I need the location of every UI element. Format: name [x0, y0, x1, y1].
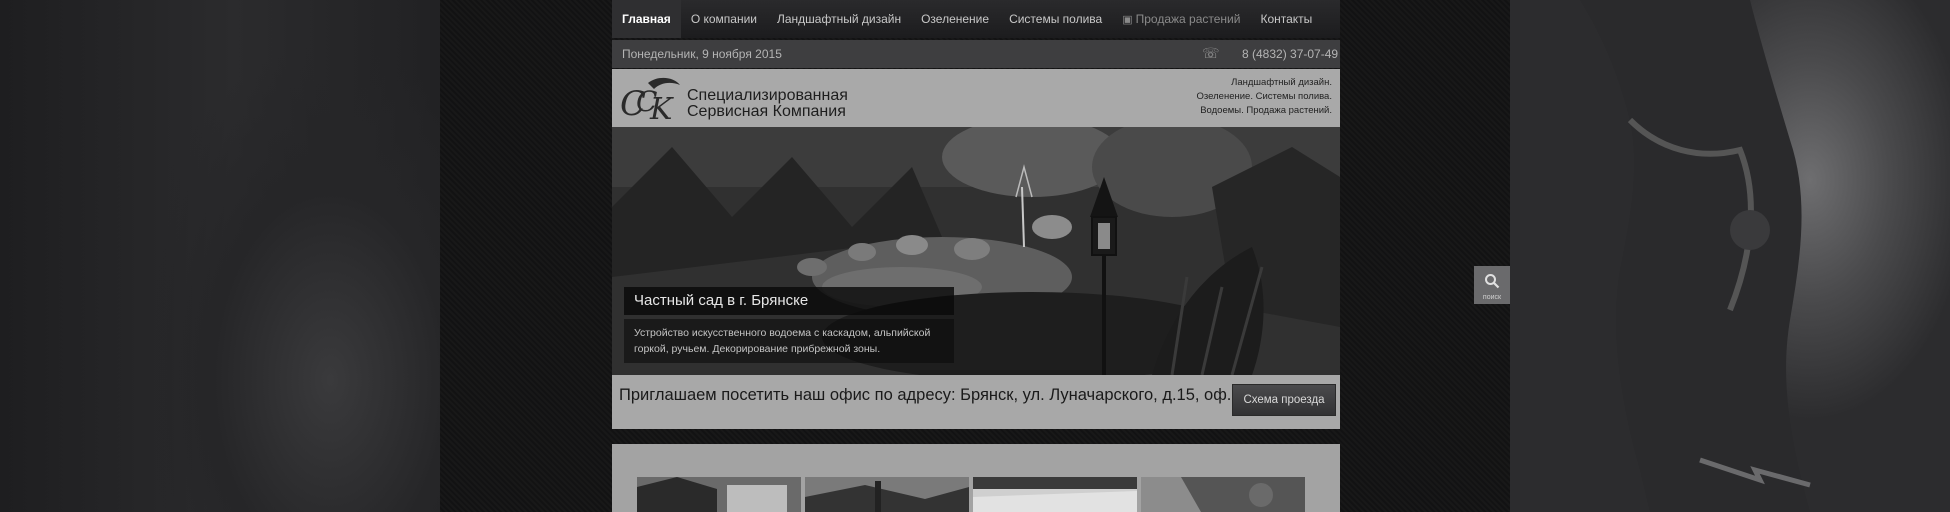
- gift-icon: ▣: [1122, 14, 1133, 26]
- phone-icon: ☏: [1202, 45, 1220, 61]
- slide-description: Устройство искусственного водоема с каск…: [624, 319, 954, 363]
- search-label: поиск: [1482, 294, 1502, 301]
- nav-item-greening[interactable]: Озеленение: [911, 0, 999, 38]
- search-icon: [1485, 274, 1500, 289]
- nav-item-home[interactable]: Главная: [612, 0, 681, 38]
- statue-image: [1580, 0, 1811, 512]
- current-date: Понедельник, 9 ноября 2015: [622, 47, 782, 61]
- slide-caption: Частный сад в г. Брянске Устройство иску…: [624, 287, 954, 363]
- nav-item-plants-label: Продажа растений: [1135, 12, 1241, 26]
- gallery-panel: [612, 444, 1340, 512]
- svg-text:K: K: [649, 92, 674, 123]
- phone-number[interactable]: 8 (4832) 37-07-49: [1242, 47, 1338, 61]
- gallery-thumb[interactable]: [1141, 477, 1305, 512]
- company-name-line2: Сервисная Компания: [687, 103, 846, 120]
- tagline-line3: Водоемы. Продажа растений.: [1200, 105, 1332, 116]
- site-header: C C K Специализированная Сервисная Компа…: [612, 69, 1340, 127]
- search-widget[interactable]: поиск: [1474, 266, 1510, 304]
- slide-title[interactable]: Частный сад в г. Брянске: [624, 287, 954, 315]
- address-bar: Приглашаем посетить наш офис по адресу: …: [612, 375, 1340, 429]
- tagline-line1: Ландшафтный дизайн.: [1231, 77, 1332, 88]
- company-name: Специализированная Сервисная Компания: [687, 88, 848, 120]
- company-name-line1: Специализированная: [687, 87, 848, 104]
- nav-item-contacts[interactable]: Контакты: [1250, 0, 1322, 38]
- header-tagline: Ландшафтный дизайн. Озеленение. Системы …: [1197, 76, 1332, 118]
- company-logo[interactable]: C C K: [618, 75, 684, 123]
- image-slider[interactable]: Частный сад в г. Брянске Устройство иску…: [612, 127, 1340, 375]
- nav-item-irrigation[interactable]: Системы полива: [999, 0, 1112, 38]
- gallery-thumb[interactable]: [805, 477, 969, 512]
- nav-item-landscape[interactable]: Ландшафтный дизайн: [767, 0, 911, 38]
- info-bar: Понедельник, 9 ноября 2015 ☏ 8 (4832) 37…: [612, 40, 1340, 68]
- main-nav: Главная О компании Ландшафтный дизайн Оз…: [612, 0, 1340, 38]
- route-map-button[interactable]: Схема проезда: [1232, 384, 1336, 416]
- nav-item-about[interactable]: О компании: [681, 0, 767, 38]
- nav-item-plants[interactable]: ▣ Продажа растений: [1112, 0, 1250, 38]
- gallery-thumb[interactable]: [973, 477, 1137, 512]
- office-address: Приглашаем посетить наш офис по адресу: …: [619, 386, 1241, 404]
- page-container: Главная О компании Ландшафтный дизайн Оз…: [612, 0, 1340, 512]
- tagline-line2: Озеленение. Системы полива.: [1196, 91, 1332, 102]
- gallery-thumb[interactable]: [637, 477, 801, 512]
